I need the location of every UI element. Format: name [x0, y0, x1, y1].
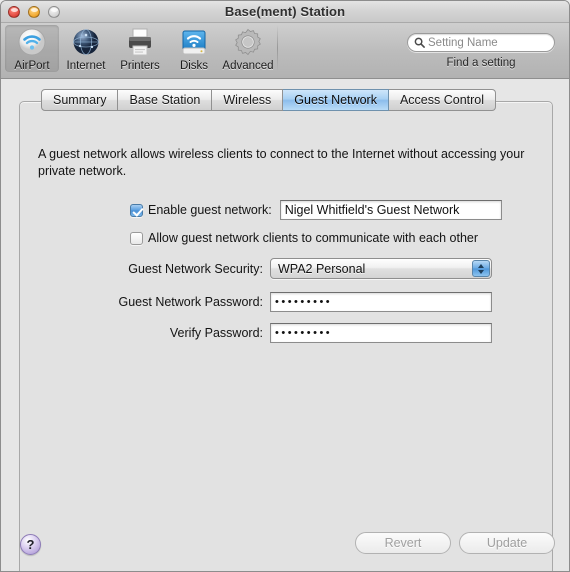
toolbar-items: AirPort Internet Printers Disks Advanced — [5, 25, 280, 72]
toolbar-item-advanced[interactable]: Advanced — [221, 25, 275, 72]
toolbar-item-internet[interactable]: Internet — [59, 25, 113, 72]
allow-communicate-row: Allow guest network clients to communica… — [20, 231, 554, 245]
allow-communicate-label: Allow guest network clients to communica… — [148, 231, 479, 245]
window-title: Base(ment) Station — [224, 4, 346, 19]
revert-button[interactable]: Revert — [355, 532, 451, 554]
guest-network-security-row: Guest Network Security: WPA2 Personal — [20, 258, 554, 279]
verify-password-row: Verify Password: ••••••••• — [20, 323, 554, 343]
help-button-label: ? — [26, 537, 35, 552]
update-button[interactable]: Update — [459, 532, 555, 554]
guest-network-password-label: Guest Network Password: — [118, 295, 264, 309]
search-placeholder: Setting Name — [428, 36, 498, 49]
guest-network-security-select[interactable]: WPA2 Personal — [270, 258, 492, 279]
printer-icon — [123, 27, 157, 59]
footer-actions: Revert Update — [355, 532, 555, 554]
stepper-arrows-icon[interactable] — [472, 260, 490, 277]
guest-network-name-input[interactable]: Nigel Whitfield's Guest Network — [279, 200, 502, 220]
toolbar-item-label: Printers — [120, 60, 160, 72]
revert-button-label: Revert — [384, 536, 422, 550]
toolbar-item-label: AirPort — [14, 60, 50, 72]
guest-network-name-value: Nigel Whitfield's Guest Network — [284, 203, 460, 217]
tab-label: Access Control — [399, 93, 485, 107]
tab-guest-network[interactable]: Guest Network — [283, 89, 389, 111]
content-area: A guest network allows wireless clients … — [1, 79, 569, 571]
guest-network-password-row: Guest Network Password: ••••••••• — [20, 292, 554, 312]
tab-panel-box: A guest network allows wireless clients … — [19, 101, 554, 571]
toolbar-item-label: Advanced — [222, 60, 274, 72]
guest-network-security-label: Guest Network Security: — [128, 261, 263, 276]
tab-access-control[interactable]: Access Control — [388, 89, 497, 111]
toolbar: AirPort Internet Printers Disks Advanced… — [1, 23, 569, 79]
internet-globe-icon — [69, 27, 103, 59]
toolbar-separator — [277, 25, 278, 71]
tab-bar: Summary Base Station Wireless Guest Netw… — [41, 89, 497, 111]
guest-network-password-value: ••••••••• — [275, 296, 333, 308]
tab-summary[interactable]: Summary — [41, 89, 119, 111]
window-titlebar: Base(ment) Station — [1, 1, 569, 23]
search-area: Setting Name Find a setting — [407, 33, 555, 69]
enable-guest-network-row: Enable guest network: Nigel Whitfield's … — [20, 200, 554, 220]
search-input[interactable]: Setting Name — [407, 33, 555, 52]
verify-password-label: Verify Password: — [169, 326, 263, 340]
tab-label: Wireless — [223, 93, 272, 107]
toolbar-item-label: Disks — [179, 60, 209, 72]
toolbar-item-airport[interactable]: AirPort — [5, 25, 59, 72]
tab-wireless[interactable]: Wireless — [212, 89, 284, 111]
toolbar-item-label: Internet — [66, 60, 106, 72]
panel-description: A guest network allows wireless clients … — [38, 147, 525, 178]
tab-label: Summary — [53, 93, 107, 107]
gear-icon — [231, 27, 265, 59]
guest-network-password-input[interactable]: ••••••••• — [270, 292, 492, 312]
disk-wifi-icon — [177, 27, 211, 59]
enable-guest-network-checkbox[interactable] — [130, 203, 143, 217]
allow-communicate-checkbox[interactable] — [130, 231, 143, 245]
tab-base-station[interactable]: Base Station — [118, 89, 213, 111]
enable-guest-network-label: Enable guest network: — [148, 203, 272, 217]
tab-label: Guest Network — [294, 93, 377, 107]
search-icon — [414, 37, 425, 48]
tab-label: Base Station — [129, 93, 201, 107]
help-button[interactable]: ? — [20, 534, 41, 555]
airport-utility-window: Base(ment) Station AirPort Internet Prin… — [0, 0, 570, 572]
update-button-label: Update — [486, 536, 528, 550]
guest-network-form: Enable guest network: Nigel Whitfield's … — [20, 200, 554, 343]
verify-password-value: ••••••••• — [275, 327, 333, 339]
toolbar-item-disks[interactable]: Disks — [167, 25, 221, 72]
verify-password-input[interactable]: ••••••••• — [270, 323, 492, 343]
airport-wifi-icon — [15, 27, 49, 59]
toolbar-item-printers[interactable]: Printers — [113, 25, 167, 72]
guest-network-security-value: WPA2 Personal — [278, 261, 366, 276]
guest-network-panel: A guest network allows wireless clients … — [20, 122, 554, 343]
footer-bar: ? Revert Update — [1, 527, 569, 571]
find-a-setting-label: Find a setting — [446, 57, 516, 69]
